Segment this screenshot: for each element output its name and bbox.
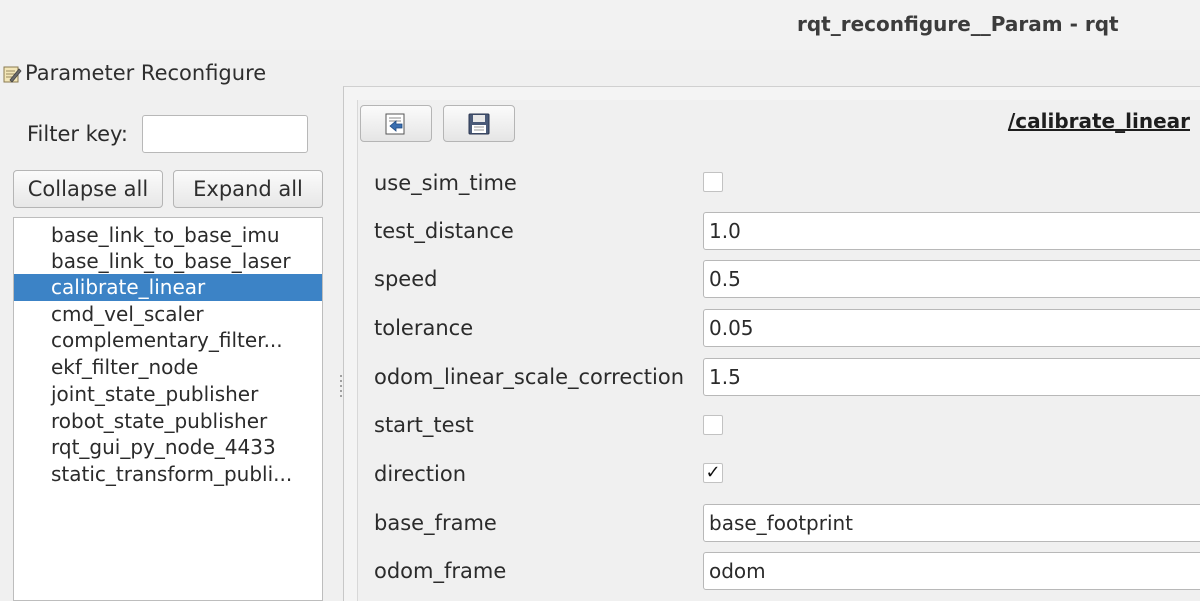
dock-title: Parameter Reconfigure bbox=[25, 61, 267, 85]
node-item-joint-state-publisher[interactable]: joint_state_publisher bbox=[14, 381, 322, 408]
test-distance-field[interactable]: 1.0 bbox=[703, 212, 1200, 250]
start-test-checkbox[interactable] bbox=[703, 415, 723, 435]
window-title: rqt_reconfigure__Param - rqt bbox=[797, 12, 1119, 36]
param-label-use-sim-time: use_sim_time bbox=[374, 171, 517, 195]
speed-field[interactable]: 0.5 bbox=[703, 260, 1200, 298]
node-item-base-link-to-base-imu[interactable]: base_link_to_base_imu bbox=[14, 222, 322, 249]
node-item-base-link-to-base-laser[interactable]: base_link_to_base_laser bbox=[14, 248, 322, 275]
node-item-ekf-filter-node[interactable]: ekf_filter_node bbox=[14, 354, 322, 381]
current-node-heading: /calibrate_linear bbox=[1007, 109, 1190, 133]
tolerance-field[interactable]: 0.05 bbox=[703, 309, 1200, 347]
title-bar[interactable]: rqt_reconfigure__Param - rqt bbox=[0, 0, 1200, 50]
node-item-static-transform-publisher[interactable]: static_transform_publi... bbox=[14, 461, 322, 488]
edit-note-icon bbox=[3, 66, 22, 83]
save-button[interactable] bbox=[443, 105, 515, 142]
param-label-test-distance: test_distance bbox=[374, 219, 514, 243]
expand-all-button[interactable]: Expand all bbox=[173, 170, 323, 208]
node-item-complementary-filter[interactable]: complementary_filter... bbox=[14, 327, 322, 354]
param-label-start-test: start_test bbox=[374, 413, 474, 437]
node-item-robot-state-publisher[interactable]: robot_state_publisher bbox=[14, 408, 322, 435]
load-file-icon bbox=[385, 113, 405, 134]
param-label-odom-linear-scale-correction: odom_linear_scale_correction bbox=[374, 365, 685, 389]
param-label-odom-frame: odom_frame bbox=[374, 559, 507, 583]
filter-label: Filter key: bbox=[27, 122, 128, 146]
param-label-speed: speed bbox=[374, 267, 438, 291]
collapse-all-button[interactable]: Collapse all bbox=[13, 170, 163, 208]
param-label-tolerance: tolerance bbox=[374, 316, 474, 340]
base-frame-field[interactable]: base_footprint bbox=[703, 504, 1200, 542]
save-floppy-icon bbox=[468, 113, 490, 134]
app-window: rqt_reconfigure__Param - rqt Parameter R… bbox=[0, 0, 1200, 601]
use-sim-time-checkbox[interactable] bbox=[703, 172, 723, 192]
odom-frame-field[interactable]: odom bbox=[703, 552, 1200, 590]
odom-linear-scale-correction-field[interactable]: 1.5 bbox=[703, 358, 1200, 396]
node-item-cmd-vel-scaler[interactable]: cmd_vel_scaler bbox=[14, 301, 322, 328]
load-button[interactable] bbox=[360, 105, 432, 142]
param-label-base-frame: base_frame bbox=[374, 511, 497, 535]
filter-key-input[interactable] bbox=[142, 115, 308, 153]
direction-checkbox[interactable]: ✓ bbox=[703, 463, 723, 483]
param-label-direction: direction bbox=[374, 462, 467, 486]
node-list[interactable]: base_link_to_base_imu base_link_to_base_… bbox=[13, 217, 323, 601]
node-item-rqt-gui-py-node[interactable]: rqt_gui_py_node_4433 bbox=[14, 434, 322, 461]
node-item-calibrate-linear[interactable]: calibrate_linear bbox=[14, 274, 322, 301]
